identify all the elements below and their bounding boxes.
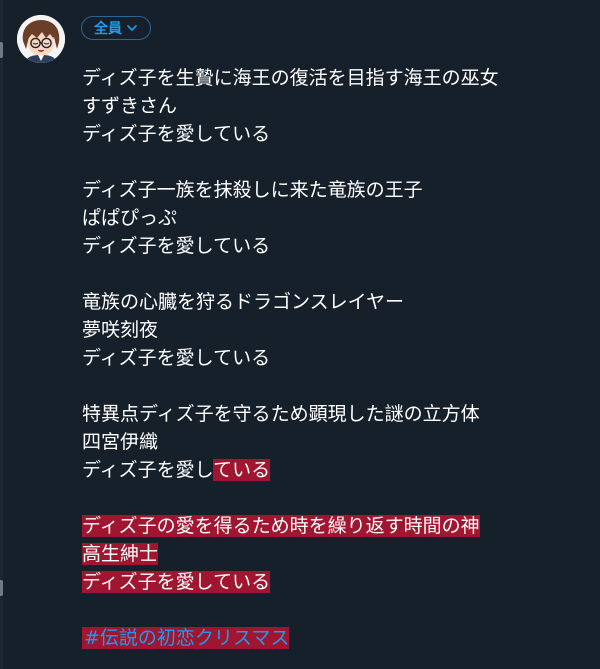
tweet-line: すずきさん [82, 95, 178, 117]
tweet-line: ディズ子を愛している [82, 235, 271, 257]
tweet-line-partial-highlight: ディズ子を愛している [82, 456, 594, 484]
tweet-line: ディズ子を愛している [82, 123, 271, 145]
edge-mark [0, 580, 3, 596]
text-highlight: ている [213, 459, 271, 481]
audience-label: 全員 [94, 21, 122, 37]
avatar-illustration [17, 15, 65, 63]
tweet-line: 四宮伊織 [82, 431, 159, 453]
avatar[interactable] [17, 15, 65, 63]
tweet-line: 竜族の心臓を狩るドラゴンスレイヤー [82, 291, 405, 313]
tweet-line: ディズ子一族を抹殺しに来た竜族の王子 [82, 179, 423, 201]
tweet-line-hashtag: #伝説の初恋クリスマス [82, 624, 594, 652]
tweet-line: 夢咲刻夜 [82, 319, 159, 341]
text-highlight: ディズ子の愛を得るため時を繰り返す時間の神 [82, 515, 480, 537]
tweet-line-plain-part: ディズ子を愛し [82, 459, 214, 481]
tweet-line: ディズ子を愛している [82, 347, 271, 369]
tweet-line-highlighted: ディズ子を愛している [82, 568, 594, 596]
text-highlight: 高生紳士 [82, 543, 159, 565]
chevron-down-icon [127, 25, 137, 31]
tweet-line: 特異点ディズ子を守るため顕現した謎の立方体 [82, 403, 480, 425]
hashtag-link[interactable]: #伝説の初恋クリスマス [82, 627, 290, 649]
edge-mark [0, 42, 3, 58]
tweet-line: ディズ子を生贄に海王の復活を目指す海王の巫女 [82, 67, 499, 89]
tweet-line-highlighted: ディズ子の愛を得るため時を繰り返す時間の神 [82, 512, 594, 540]
tweet-line-highlighted: 高生紳士 [82, 540, 594, 568]
audience-selector-button[interactable]: 全員 [81, 16, 151, 40]
tweet-text[interactable]: ディズ子を生贄に海王の復活を目指す海王の巫女 すずきさん ディズ子を愛している … [82, 64, 594, 652]
left-edge-strip [0, 0, 3, 669]
tweet-line: ぱぱぴっぷ [82, 207, 178, 229]
text-highlight: ディズ子を愛している [82, 571, 271, 593]
